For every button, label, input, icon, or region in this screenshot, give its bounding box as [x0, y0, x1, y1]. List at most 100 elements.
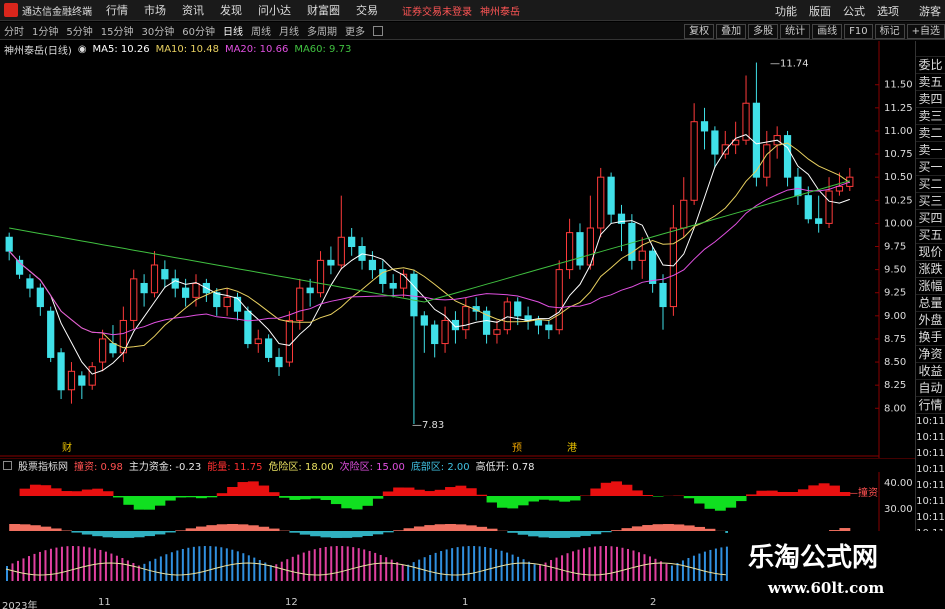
high-price-label: —11.74: [770, 59, 809, 70]
menu-ask[interactable]: 问小达: [258, 2, 291, 18]
fund-area-bar: [434, 524, 446, 531]
side-item-8[interactable]: 买三: [916, 193, 945, 210]
menu-function[interactable]: 功能: [775, 3, 797, 19]
candle-body: [597, 176, 605, 229]
fund-area-bar: [455, 524, 467, 531]
price-tick-label: 11.00: [884, 126, 913, 137]
side-item-12[interactable]: 涨跌: [916, 261, 945, 278]
side-item-15[interactable]: 外盘: [916, 312, 945, 329]
energy-area-bar: [123, 496, 135, 505]
side-item-16[interactable]: 换手: [916, 329, 945, 346]
volume-bar: [170, 552, 173, 581]
period-1min[interactable]: 1分钟: [32, 23, 58, 38]
price-tick-label: 11.50: [884, 80, 913, 91]
energy-area-bar: [787, 492, 799, 496]
side-item-20[interactable]: 行情: [916, 397, 945, 414]
indicator-name[interactable]: 股票指标网: [18, 458, 68, 473]
multi-stock-button[interactable]: 多股: [748, 23, 779, 39]
volume-bar: [626, 548, 629, 581]
menu-discover[interactable]: 发现: [220, 2, 242, 18]
energy-area-bar: [694, 496, 706, 504]
ma20-label: MA20: 10.66: [224, 43, 289, 55]
period-monthly[interactable]: 月线: [279, 23, 299, 38]
volume-bar: [27, 556, 30, 581]
volume-bar: [187, 547, 190, 581]
energy-area-bar: [538, 496, 550, 500]
period-tick[interactable]: 分时: [4, 23, 24, 38]
side-item-0[interactable]: 委比: [916, 57, 945, 74]
date-tick-year: 2023年: [2, 601, 38, 609]
login-notice[interactable]: 证券交易未登录: [402, 3, 472, 18]
draw-line-button[interactable]: 画线: [812, 23, 843, 39]
period-weekly[interactable]: 周线: [251, 23, 271, 38]
candle-body: [150, 264, 159, 294]
menu-layout[interactable]: 版面: [809, 3, 831, 19]
volume-bar: [385, 557, 388, 581]
side-item-2[interactable]: 卖四: [916, 91, 945, 108]
side-item-18[interactable]: 收益: [916, 363, 945, 380]
fund-area-bar: [611, 530, 622, 531]
volume-bar: [154, 558, 157, 581]
volume-bar: [599, 546, 602, 581]
energy-area-bar: [19, 488, 31, 496]
menu-wealth[interactable]: 财富圈: [307, 2, 340, 18]
period-5min[interactable]: 5分钟: [66, 23, 92, 38]
guest-label[interactable]: 游客: [919, 3, 941, 19]
side-item-4[interactable]: 卖二: [916, 125, 945, 142]
period-multi[interactable]: 多周期: [307, 23, 337, 38]
fund-area-bar: [341, 531, 353, 538]
date-tick-dec: 12: [285, 597, 298, 608]
period-15min[interactable]: 15分钟: [101, 23, 134, 38]
candle-body: [213, 292, 221, 308]
period-daily[interactable]: 日线: [223, 23, 243, 38]
settings-square-icon[interactable]: [372, 25, 383, 36]
candle-body: [514, 301, 522, 317]
ma60-label: MA60: 9.73: [294, 43, 352, 55]
indicator-square-icon[interactable]: [3, 461, 12, 470]
volume-bar: [511, 554, 514, 581]
side-item-19[interactable]: 自动: [916, 380, 945, 397]
menu-trade[interactable]: 交易: [356, 2, 378, 18]
menu-news[interactable]: 资讯: [182, 2, 204, 18]
statistics-button[interactable]: 统计: [780, 23, 811, 39]
f10-button[interactable]: F10: [844, 23, 873, 39]
menu-options[interactable]: 选项: [877, 3, 899, 19]
candle-body: [763, 144, 771, 178]
period-more[interactable]: 更多: [345, 23, 365, 38]
chart-area[interactable]: 11.50 11.25 11.00 10.75 10.50 10.25 10.00 9.75 9…: [0, 41, 915, 609]
ma-toggle-icon[interactable]: ◉: [78, 44, 87, 55]
side-item-14[interactable]: 总量: [916, 295, 945, 312]
volume-bar: [214, 546, 217, 581]
side-item-5[interactable]: 卖一: [916, 142, 945, 159]
candle-body: [88, 366, 96, 386]
candlestick-chart[interactable]: 11.50 11.25 11.00 10.75 10.50 10.25 10.00 9.75 9…: [0, 41, 915, 609]
side-item-1[interactable]: 卖五: [916, 74, 945, 91]
volume-bar: [77, 546, 80, 581]
menu-market[interactable]: 市场: [144, 2, 166, 18]
candle-body: [576, 232, 584, 266]
side-item-9[interactable]: 买四: [916, 210, 945, 227]
add-favorite-button[interactable]: +自选: [906, 23, 945, 39]
fund-area-bar: [71, 531, 83, 533]
menu-formula[interactable]: 公式: [843, 3, 865, 19]
period-60min[interactable]: 60分钟: [182, 23, 215, 38]
adjust-button[interactable]: 复权: [684, 23, 715, 39]
energy-area-bar: [195, 496, 207, 499]
indicator-label-7: 高低开: 0.78: [475, 462, 535, 473]
menu-quotes[interactable]: 行情: [106, 2, 128, 18]
price-tick-label: 8.00: [884, 403, 906, 414]
event-mark-0: 财: [62, 441, 72, 454]
side-item-17[interactable]: 净资: [916, 346, 945, 363]
side-item-3[interactable]: 卖三: [916, 108, 945, 125]
fund-area-bar: [569, 531, 581, 538]
mark-button[interactable]: 标记: [874, 23, 905, 39]
volume-bar: [555, 557, 558, 581]
side-item-10[interactable]: 买五: [916, 227, 945, 244]
side-item-7[interactable]: 买二: [916, 176, 945, 193]
side-item-11[interactable]: 现价: [916, 244, 945, 261]
overlay-button[interactable]: 叠加: [716, 23, 747, 39]
side-item-6[interactable]: 买一: [916, 159, 945, 176]
volume-bar: [71, 546, 74, 581]
side-item-13[interactable]: 涨幅: [916, 278, 945, 295]
period-30min[interactable]: 30分钟: [141, 23, 174, 38]
